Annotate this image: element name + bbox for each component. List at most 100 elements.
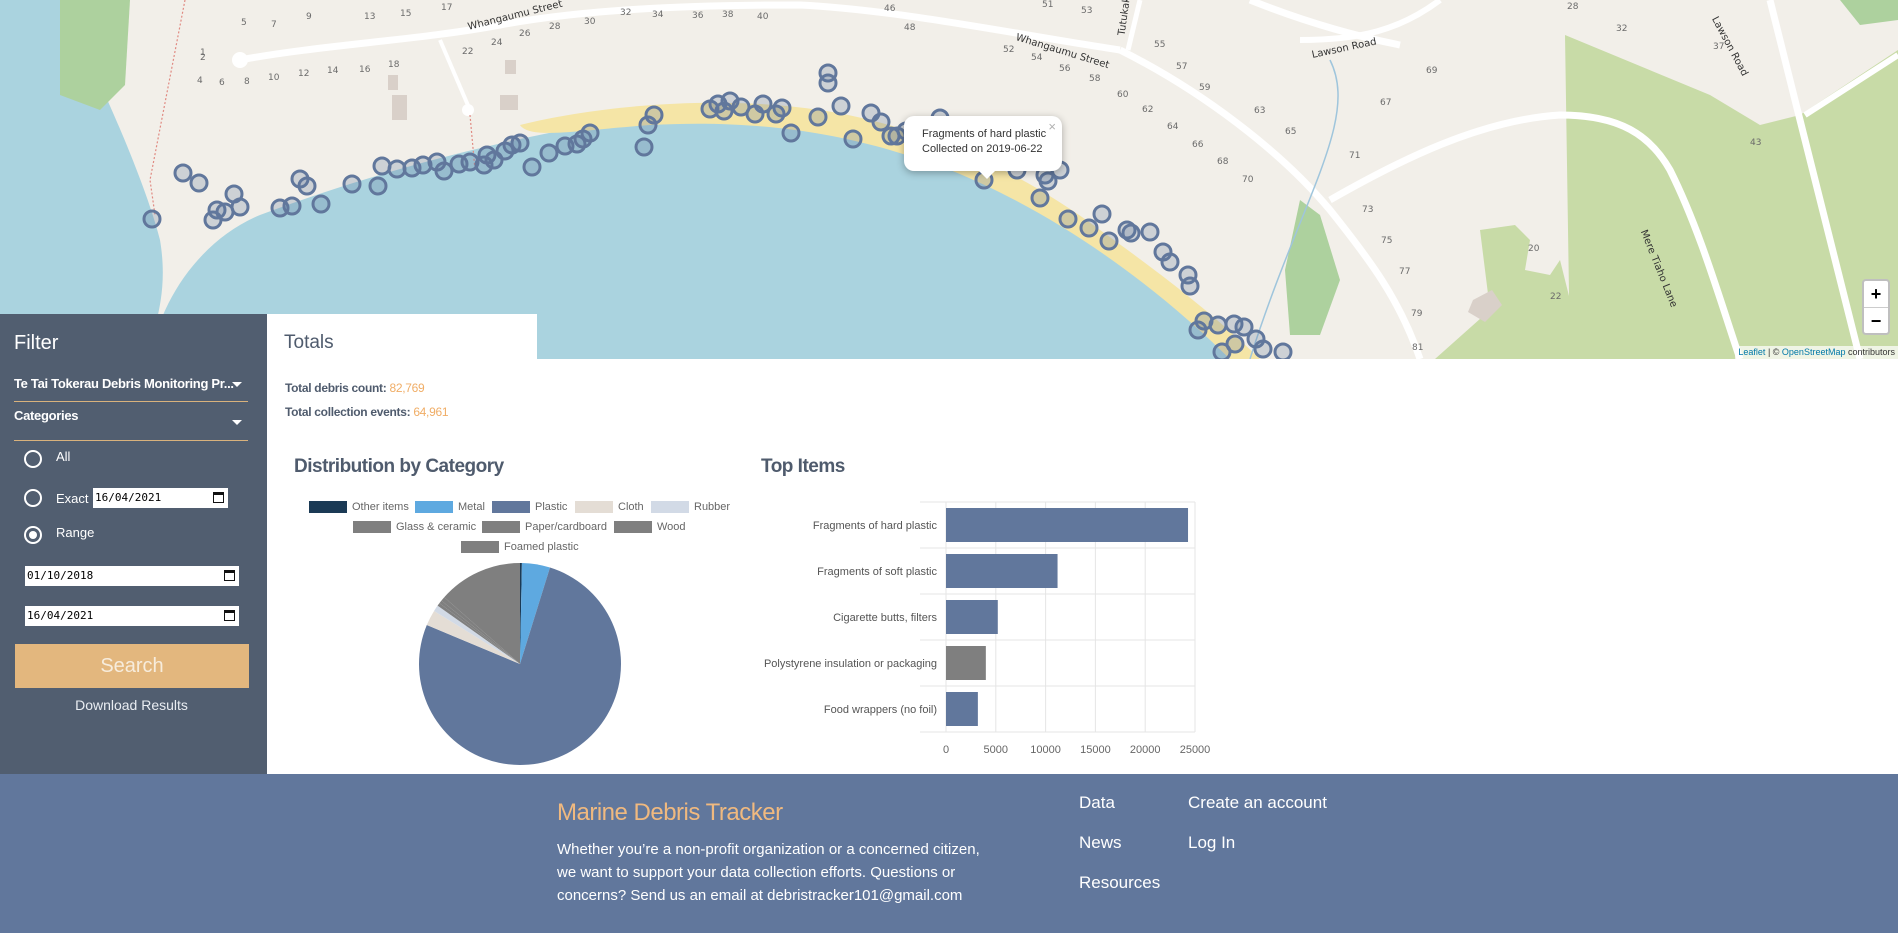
- radio-range-label: Range: [56, 524, 95, 540]
- bar[interactable]: [946, 646, 986, 680]
- download-results-link[interactable]: Download Results: [0, 697, 263, 713]
- debris-marker[interactable]: [539, 143, 559, 163]
- debris-marker[interactable]: [1253, 339, 1273, 359]
- legend-item[interactable]: Metal: [415, 501, 485, 513]
- zoom-in-button[interactable]: +: [1864, 281, 1888, 307]
- legend-label: Cloth: [618, 501, 644, 513]
- debris-marker[interactable]: [1208, 315, 1228, 335]
- bar-chart: 0 5000 10000 15000 20000 25000 Fragments of ha…: [764, 501, 1210, 756]
- debris-marker[interactable]: [297, 176, 317, 196]
- legend-item[interactable]: Wood: [614, 521, 686, 533]
- debris-marker[interactable]: [1099, 231, 1119, 251]
- debris-marker[interactable]: [142, 209, 162, 229]
- radio-exact-label: Exact: [56, 490, 89, 506]
- footer-link-log-in[interactable]: Log In: [1188, 833, 1235, 853]
- debris-marker[interactable]: [510, 133, 530, 153]
- debris-marker[interactable]: [831, 96, 851, 116]
- debris-marker[interactable]: [644, 105, 664, 125]
- house-number-label: 81: [1412, 343, 1424, 353]
- legend-item[interactable]: Plastic: [492, 501, 567, 513]
- house-number-label: 52: [1003, 45, 1015, 55]
- footer-link-data[interactable]: Data: [1079, 793, 1115, 813]
- radio-all-circle[interactable]: [24, 450, 42, 468]
- legend-swatch: [309, 501, 347, 513]
- house-number-label: 43: [1750, 138, 1762, 148]
- radio-range[interactable]: Range: [24, 524, 95, 544]
- x-tick-label: 0: [943, 744, 949, 756]
- legend-item[interactable]: Other items: [309, 501, 409, 513]
- y-category-label: Food wrappers (no foil): [824, 704, 937, 716]
- popup-close-button[interactable]: ×: [1048, 119, 1056, 134]
- house-number-label: 48: [904, 23, 916, 33]
- debris-marker[interactable]: [1121, 223, 1141, 243]
- zoom-control: + −: [1862, 279, 1890, 335]
- total-debris-label: Total debris count:: [285, 381, 390, 395]
- bar[interactable]: [946, 692, 978, 726]
- calendar-icon[interactable]: [213, 492, 224, 503]
- debris-marker[interactable]: [843, 129, 863, 149]
- debris-marker[interactable]: [372, 156, 392, 176]
- debris-marker[interactable]: [871, 112, 891, 132]
- debris-marker[interactable]: [282, 196, 302, 216]
- debris-marker[interactable]: [1140, 222, 1160, 242]
- debris-marker[interactable]: [1058, 209, 1078, 229]
- legend-item[interactable]: Foamed plastic: [461, 541, 579, 553]
- map[interactable]: 5 7 9 13 15 17 1 2 4 6 8 10 12 14 16 18 22 24 26 28 30 32 34 36…: [0, 0, 1898, 359]
- debris-marker[interactable]: [634, 137, 654, 157]
- house-number-label: 53: [1081, 6, 1093, 16]
- debris-marker[interactable]: [230, 197, 250, 217]
- debris-marker[interactable]: [1160, 252, 1180, 272]
- calendar-icon[interactable]: [224, 610, 235, 621]
- legend-label: Glass & ceramic: [396, 521, 477, 533]
- debris-marker[interactable]: [522, 157, 542, 177]
- debris-marker[interactable]: [1180, 276, 1200, 296]
- legend-item[interactable]: Glass & ceramic: [353, 521, 476, 533]
- radio-exact[interactable]: Exact: [24, 489, 89, 507]
- legend-item[interactable]: Paper/cardboard: [482, 521, 607, 533]
- debris-marker[interactable]: [580, 123, 600, 143]
- tab-totals[interactable]: Totals: [267, 314, 537, 359]
- footer-link-resources[interactable]: Resources: [1079, 873, 1160, 893]
- debris-marker[interactable]: [434, 161, 454, 181]
- search-button[interactable]: Search: [15, 644, 249, 688]
- legend-swatch: [614, 521, 652, 533]
- debris-marker[interactable]: [1212, 342, 1232, 359]
- footer-link-create-account[interactable]: Create an account: [1188, 793, 1327, 813]
- zoom-out-button[interactable]: −: [1864, 307, 1888, 333]
- project-select[interactable]: Te Tai Tokerau Debris Monitoring Pr...: [14, 376, 248, 402]
- debris-marker[interactable]: [1188, 320, 1208, 340]
- radio-exact-circle[interactable]: [24, 489, 42, 507]
- debris-marker[interactable]: [818, 73, 838, 93]
- debris-marker[interactable]: [808, 107, 828, 127]
- exact-date-input[interactable]: 16/04/2021: [93, 488, 228, 508]
- house-number-label: 5: [241, 18, 247, 28]
- radio-range-circle[interactable]: [24, 526, 42, 544]
- legend-item[interactable]: Cloth: [575, 501, 644, 513]
- range-start-input[interactable]: 01/10/2018: [25, 566, 239, 586]
- bar[interactable]: [946, 554, 1058, 588]
- radio-all[interactable]: All: [24, 449, 70, 468]
- debris-marker[interactable]: [368, 176, 388, 196]
- bar[interactable]: [946, 508, 1189, 542]
- debris-marker[interactable]: [342, 174, 362, 194]
- debris-marker[interactable]: [1079, 218, 1099, 238]
- debris-marker[interactable]: [1092, 204, 1112, 224]
- range-end-input[interactable]: 16/04/2021: [25, 606, 239, 626]
- leaflet-link[interactable]: Leaflet: [1738, 347, 1765, 357]
- calendar-icon[interactable]: [224, 570, 235, 581]
- debris-marker[interactable]: [189, 173, 209, 193]
- debris-marker[interactable]: [1030, 188, 1050, 208]
- attribution-separator: | ©: [1765, 347, 1782, 357]
- bar[interactable]: [946, 600, 998, 634]
- house-number-label: 71: [1349, 151, 1361, 161]
- footer-link-news[interactable]: News: [1079, 833, 1122, 853]
- debris-marker[interactable]: [173, 163, 193, 183]
- osm-link[interactable]: OpenStreetMap: [1782, 347, 1846, 357]
- legend-item[interactable]: Rubber: [651, 501, 730, 513]
- debris-marker[interactable]: [1273, 342, 1293, 359]
- debris-marker[interactable]: [781, 123, 801, 143]
- debris-marker[interactable]: [311, 194, 331, 214]
- debris-marker[interactable]: [766, 104, 786, 124]
- categories-select[interactable]: Categories: [14, 408, 248, 441]
- popup-collected-date: Collected on 2019-06-22: [922, 143, 1043, 155]
